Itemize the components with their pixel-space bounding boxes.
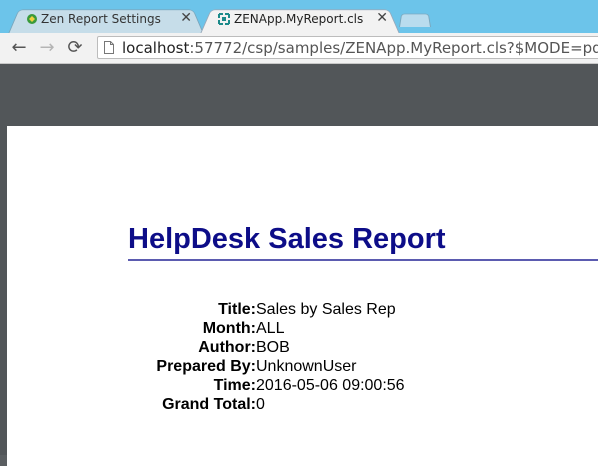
title-underline: [128, 259, 598, 261]
close-tab-icon[interactable]: ✕: [180, 10, 192, 26]
back-button[interactable]: ←: [8, 37, 30, 59]
tab-label: Zen Report Settings: [41, 12, 161, 26]
new-tab-button[interactable]: [399, 11, 431, 27]
field-label: Time:: [213, 377, 256, 394]
new-tab-shape: [399, 13, 431, 27]
field-value: 2016-05-06 09:00:56: [256, 377, 405, 394]
field-value: 0: [256, 396, 265, 413]
url-text: localhost:57772/csp/samples/ZENApp.MyRep…: [122, 39, 598, 57]
field-row-prepared-by: Prepared By: UnknownUser: [0, 357, 598, 376]
close-tab-icon[interactable]: ✕: [376, 10, 388, 26]
field-label: Title:: [218, 301, 256, 318]
browser-titlebar: Zen Report Settings ✕ ZENApp.MyReport.cl…: [0, 0, 598, 34]
field-value: UnknownUser: [256, 358, 357, 375]
field-label: Prepared By:: [156, 358, 256, 375]
field-row-title: Title: Sales by Sales Rep: [0, 300, 598, 319]
browser-toolbar: ← → ⟳ localhost:57772/csp/samples/ZENApp…: [0, 33, 598, 64]
address-bar[interactable]: localhost:57772/csp/samples/ZENApp.MyRep…: [97, 36, 598, 59]
reload-button[interactable]: ⟳: [64, 37, 86, 59]
field-label: Month:: [202, 320, 256, 337]
field-value: ALL: [256, 320, 285, 337]
tab-label: ZENApp.MyReport.cls: [234, 12, 364, 26]
field-row-month: Month: ALL: [0, 319, 598, 338]
field-row-time: Time: 2016-05-06 09:00:56: [0, 376, 598, 395]
field-value: Sales by Sales Rep: [256, 301, 396, 318]
tab-zenapp-myreport[interactable]: ZENApp.MyReport.cls ✕: [200, 6, 400, 34]
report-title: HelpDesk Sales Report: [128, 223, 446, 255]
field-row-grand-total: Grand Total: 0: [0, 395, 598, 414]
field-row-author: Author: BOB: [0, 338, 598, 357]
url-host: localhost: [122, 39, 190, 57]
forward-button[interactable]: →: [36, 37, 58, 59]
zen-report-icon: [218, 13, 230, 25]
url-path: :57772/csp/samples/ZENApp.MyReport.cls?$…: [189, 39, 598, 57]
field-value: BOB: [256, 339, 290, 356]
page-icon: [104, 41, 114, 54]
field-label: Author:: [198, 339, 256, 356]
field-label: Grand Total:: [162, 396, 256, 413]
pdf-page: [7, 126, 598, 466]
zen-settings-icon: [27, 14, 37, 24]
tab-zen-report-settings[interactable]: Zen Report Settings ✕: [8, 6, 204, 34]
